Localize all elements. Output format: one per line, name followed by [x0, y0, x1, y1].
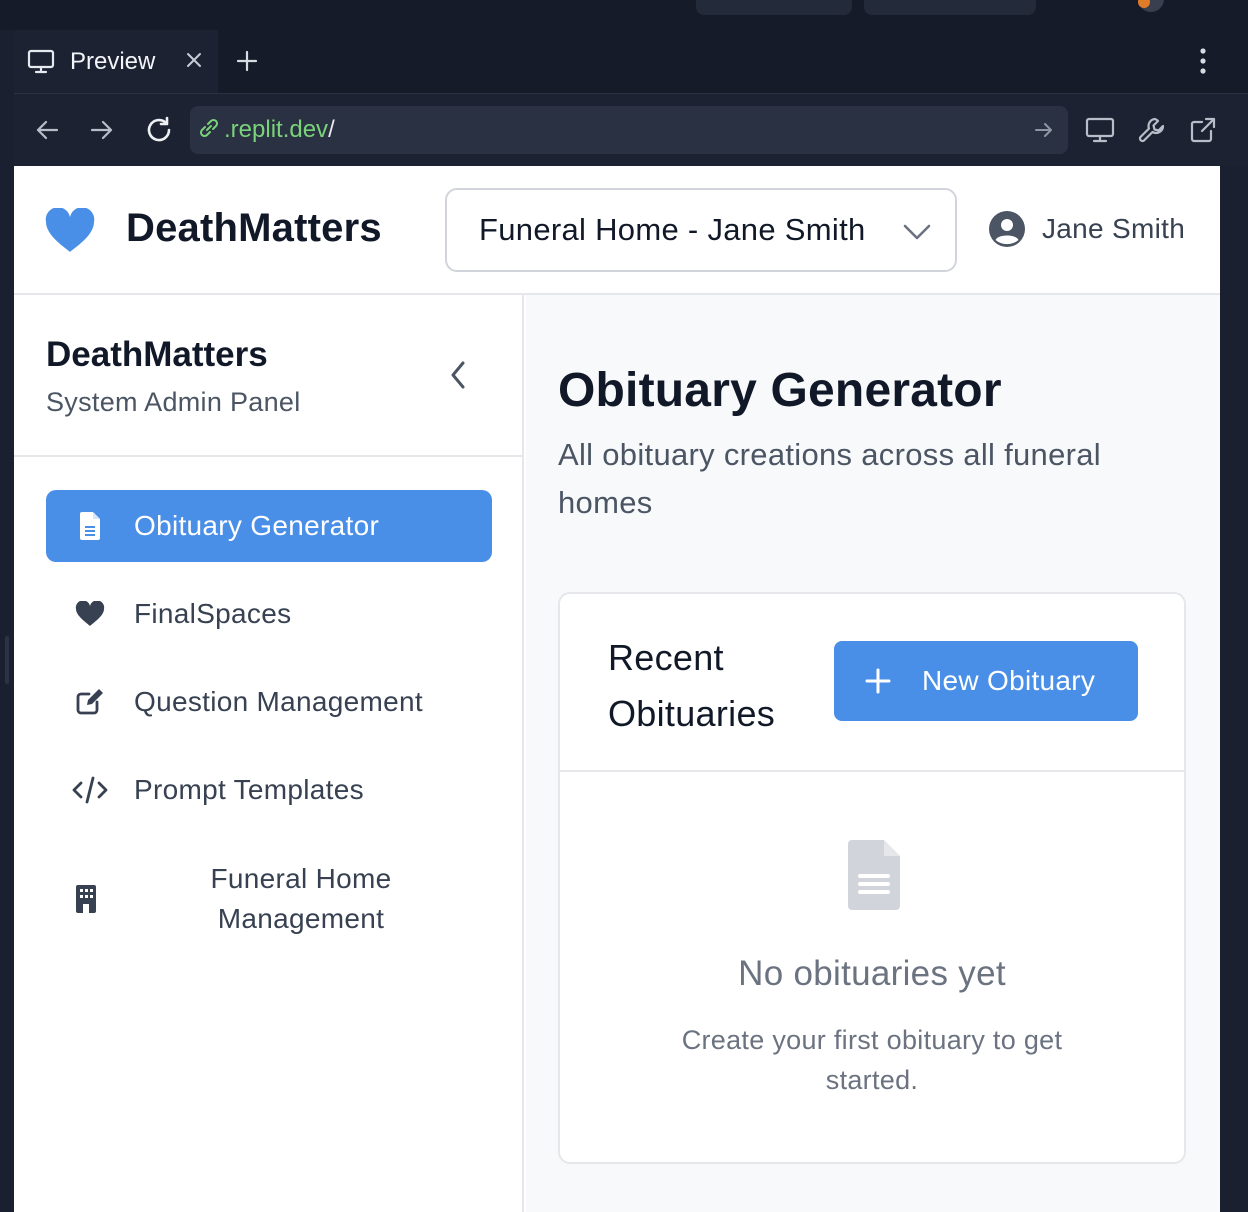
- sidebar-subtitle: System Admin Panel: [46, 387, 301, 417]
- go-arrow-icon[interactable]: [1032, 118, 1056, 142]
- reload-icon[interactable]: [142, 113, 176, 147]
- link-icon: [198, 117, 220, 144]
- sidebar-title: DeathMatters: [46, 335, 268, 374]
- monitor-icon: [26, 47, 56, 77]
- recent-obituaries-card: Recent Obituaries New Obituary No obitua…: [558, 592, 1186, 1164]
- forward-arrow-icon[interactable]: [85, 113, 119, 147]
- sidebar-header: DeathMatters System Admin Panel: [14, 295, 522, 457]
- main-content: Obituary Generator All obituary creation…: [526, 295, 1220, 1212]
- sidebar-item-label: Obituary Generator: [134, 510, 380, 541]
- brand-name[interactable]: DeathMatters: [126, 206, 382, 251]
- card-title: Recent Obituaries: [608, 637, 776, 734]
- document-icon: [72, 510, 108, 542]
- os-tab-stub[interactable]: [864, 0, 1036, 15]
- tab-preview[interactable]: Preview: [14, 30, 218, 93]
- user-circle-icon: [989, 211, 1025, 247]
- browser-chrome: Preview .replit.dev /: [14, 30, 1248, 166]
- sidebar-item-label: Question Management: [134, 686, 423, 717]
- sidebar-item-prompt-templates[interactable]: Prompt Templates: [46, 754, 492, 826]
- tab-bar: Preview: [14, 30, 1248, 93]
- right-gutter: [1220, 166, 1248, 1212]
- funeral-home-selected-value: Funeral Home - Jane Smith: [479, 212, 866, 247]
- heart-icon: [72, 598, 108, 630]
- sidebar-item-label: FinalSpaces: [134, 598, 292, 629]
- user-menu[interactable]: Jane Smith: [988, 210, 1185, 248]
- chevron-down-icon: [901, 218, 933, 246]
- resize-handle[interactable]: [5, 636, 9, 684]
- page-viewport: DeathMatters Funeral Home - Jane Smith J…: [14, 166, 1220, 1212]
- sidebar-item-funeral-home-management[interactable]: Funeral Home Management: [46, 855, 492, 943]
- user-name: Jane Smith: [1042, 213, 1186, 244]
- browser-navbar: .replit.dev /: [14, 93, 1248, 166]
- chevron-left-icon[interactable]: [442, 357, 474, 393]
- os-top-bar: [0, 0, 1248, 30]
- plus-icon: [864, 667, 892, 695]
- empty-document-icon: [848, 840, 900, 910]
- edit-icon: [72, 686, 108, 718]
- url-bar[interactable]: .replit.dev /: [190, 106, 1068, 154]
- url-path: /: [328, 116, 335, 143]
- empty-state-subtitle: Create your first obituary to get starte…: [681, 1025, 1063, 1095]
- wrench-icon[interactable]: [1135, 113, 1169, 147]
- code-icon: [72, 774, 108, 806]
- tab-bar-background: [218, 30, 1248, 93]
- sidebar-item-label: Prompt Templates: [134, 774, 364, 805]
- new-obituary-button[interactable]: New Obituary: [834, 641, 1138, 721]
- sidebar-item-obituary-generator[interactable]: Obituary Generator: [46, 490, 492, 562]
- page-title: Obituary Generator: [558, 364, 1002, 417]
- sidebar: DeathMatters System Admin Panel Obituary…: [14, 295, 524, 1212]
- funeral-home-select[interactable]: Funeral Home - Jane Smith: [445, 188, 957, 272]
- external-link-icon[interactable]: [1186, 113, 1220, 147]
- sidebar-item-label: Funeral Home Management: [210, 863, 392, 934]
- sidebar-item-finalspaces[interactable]: FinalSpaces: [46, 578, 492, 650]
- heart-logo-icon: [45, 208, 95, 252]
- plus-icon[interactable]: [232, 46, 262, 76]
- new-obituary-label: New Obituary: [922, 665, 1096, 696]
- os-tab-stub[interactable]: [696, 0, 852, 15]
- devices-icon[interactable]: [1083, 113, 1117, 147]
- card-header: Recent Obituaries New Obituary: [560, 594, 1184, 772]
- sidebar-item-question-management[interactable]: Question Management: [46, 666, 492, 738]
- tab-label: Preview: [70, 47, 156, 75]
- url-domain: .replit.dev: [224, 116, 329, 143]
- close-icon[interactable]: [182, 48, 206, 72]
- empty-state-title: No obituaries yet: [738, 954, 1006, 993]
- back-arrow-icon[interactable]: [30, 113, 64, 147]
- page-subtitle: All obituary creations across all funera…: [558, 437, 1101, 520]
- more-vertical-icon[interactable]: [1190, 46, 1216, 76]
- app-header: DeathMatters Funeral Home - Jane Smith J…: [14, 166, 1220, 295]
- building-icon: [68, 883, 104, 915]
